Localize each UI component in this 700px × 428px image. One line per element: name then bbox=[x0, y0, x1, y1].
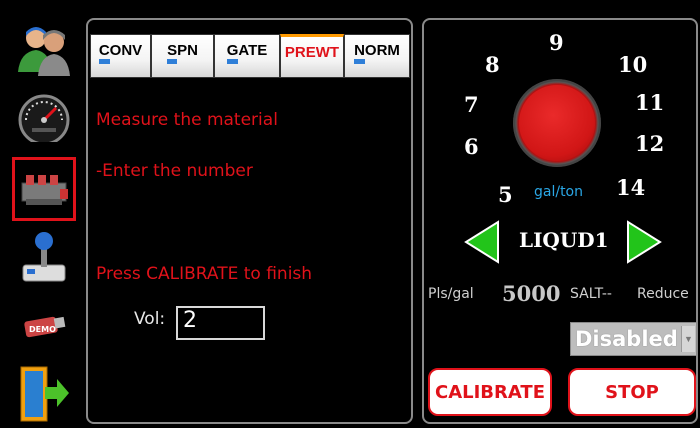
reduce-label: Reduce bbox=[637, 286, 689, 302]
tab-conv[interactable]: C ONV bbox=[90, 34, 151, 78]
pulses-value: 5000 bbox=[502, 281, 561, 306]
dial-number-11[interactable]: 11 bbox=[635, 90, 664, 115]
svg-text:DEMO: DEMO bbox=[29, 325, 56, 334]
chevron-down-icon[interactable]: ▼ bbox=[681, 326, 695, 352]
volume-label: Vol: bbox=[134, 309, 166, 329]
operator-icon bbox=[18, 27, 70, 76]
speedometer-button[interactable] bbox=[12, 85, 76, 149]
rate-knob[interactable] bbox=[513, 79, 601, 167]
tab-prewt[interactable]: PREWT bbox=[280, 34, 344, 78]
dial-number-6[interactable]: 6 bbox=[464, 134, 479, 159]
tab-spn[interactable]: S PN bbox=[151, 34, 214, 78]
operator-button[interactable] bbox=[12, 18, 76, 82]
product-name: LIQUD1 bbox=[519, 228, 609, 252]
dial-number-14[interactable]: 14 bbox=[616, 175, 645, 200]
hydraulic-valve-icon bbox=[21, 175, 68, 205]
tab-norm[interactable]: N ORM bbox=[344, 34, 410, 78]
reduce-select[interactable]: Disabled ▼ bbox=[570, 322, 696, 356]
joystick-button[interactable] bbox=[12, 225, 76, 289]
tab-bar: C ONV S PN G ATE PREWT N ORM bbox=[90, 34, 410, 78]
tab-gate[interactable]: G ATE bbox=[214, 34, 280, 78]
dial-number-7[interactable]: 7 bbox=[464, 92, 479, 117]
exit-door-icon bbox=[20, 366, 69, 422]
speedometer-icon bbox=[18, 94, 70, 142]
rate-panel: 5 6 7 8 9 10 11 12 14 gal/ton LIQUD1 Pls… bbox=[422, 18, 698, 424]
next-product-arrow-icon[interactable] bbox=[626, 220, 662, 264]
exit-button[interactable] bbox=[12, 362, 76, 426]
dial-number-8[interactable]: 8 bbox=[485, 52, 500, 77]
dial-number-12[interactable]: 12 bbox=[635, 131, 664, 156]
valve-button[interactable] bbox=[12, 157, 76, 221]
prev-product-arrow-icon[interactable] bbox=[464, 220, 500, 264]
stop-button[interactable]: STOP bbox=[568, 368, 696, 416]
instruction-enter-number: -Enter the number bbox=[96, 161, 253, 181]
reduce-select-value: Disabled bbox=[575, 327, 678, 351]
sidebar: DEMO bbox=[0, 0, 84, 428]
volume-input[interactable]: 2 bbox=[176, 306, 265, 340]
rate-unit: gal/ton bbox=[534, 184, 583, 200]
instruction-measure: Measure the material bbox=[96, 110, 278, 130]
dial-number-5[interactable]: 5 bbox=[498, 182, 513, 207]
dial-number-9[interactable]: 9 bbox=[549, 30, 564, 55]
demo-usb-icon: DEMO bbox=[24, 316, 66, 338]
dial-number-10[interactable]: 10 bbox=[618, 52, 647, 77]
calibrate-button[interactable]: CALIBRATE bbox=[428, 368, 552, 416]
joystick-icon bbox=[22, 232, 66, 282]
calibration-panel: C ONV S PN G ATE PREWT N ORM Measure the mat… bbox=[86, 18, 413, 424]
pulses-label: Pls/gal bbox=[428, 286, 474, 302]
demo-button[interactable]: DEMO bbox=[12, 293, 76, 357]
instruction-press-calibrate: Press CALIBRATE to finish bbox=[96, 264, 313, 284]
salt-label: SALT-- bbox=[570, 286, 612, 302]
